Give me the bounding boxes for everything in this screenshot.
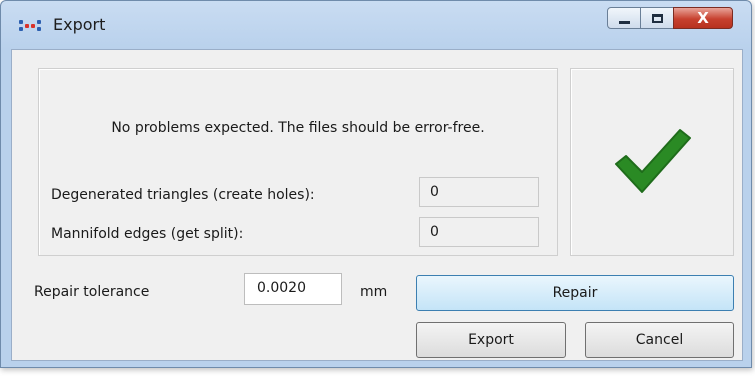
maximize-icon — [651, 13, 663, 23]
export-button-label: Export — [468, 332, 514, 348]
repair-tolerance-label: Repair tolerance — [34, 284, 150, 300]
status-panel: No problems expected. The files should b… — [38, 68, 558, 256]
minimize-icon — [618, 20, 630, 24]
tolerance-unit-label: mm — [360, 284, 388, 300]
app-icon — [19, 20, 45, 34]
maximize-button[interactable] — [640, 7, 674, 29]
export-button[interactable]: Export — [416, 322, 566, 358]
minimize-button[interactable] — [607, 7, 641, 29]
title-bar[interactable]: Export X — [1, 1, 751, 49]
repair-tolerance-input[interactable]: 0.0020 — [244, 273, 342, 305]
repair-button-label: Repair — [552, 285, 598, 301]
result-panel — [570, 68, 734, 256]
checkmark-icon — [615, 129, 691, 193]
close-icon: X — [697, 8, 709, 27]
manifold-edges-value: 0 — [419, 217, 539, 247]
window-title: Export — [53, 15, 106, 34]
repair-button[interactable]: Repair — [416, 275, 734, 311]
cancel-button[interactable]: Cancel — [585, 322, 734, 358]
degenerated-triangles-label: Degenerated triangles (create holes): — [51, 187, 315, 203]
cancel-button-label: Cancel — [635, 332, 684, 348]
degenerated-triangles-value: 0 — [419, 177, 539, 207]
dialog-body: No problems expected. The files should b… — [11, 49, 743, 361]
status-message: No problems expected. The files should b… — [111, 120, 485, 136]
close-button[interactable]: X — [673, 7, 733, 29]
manifold-edges-label: Mannifold edges (get split): — [51, 226, 244, 242]
export-dialog: Export X No problems expected. The files… — [0, 0, 752, 368]
